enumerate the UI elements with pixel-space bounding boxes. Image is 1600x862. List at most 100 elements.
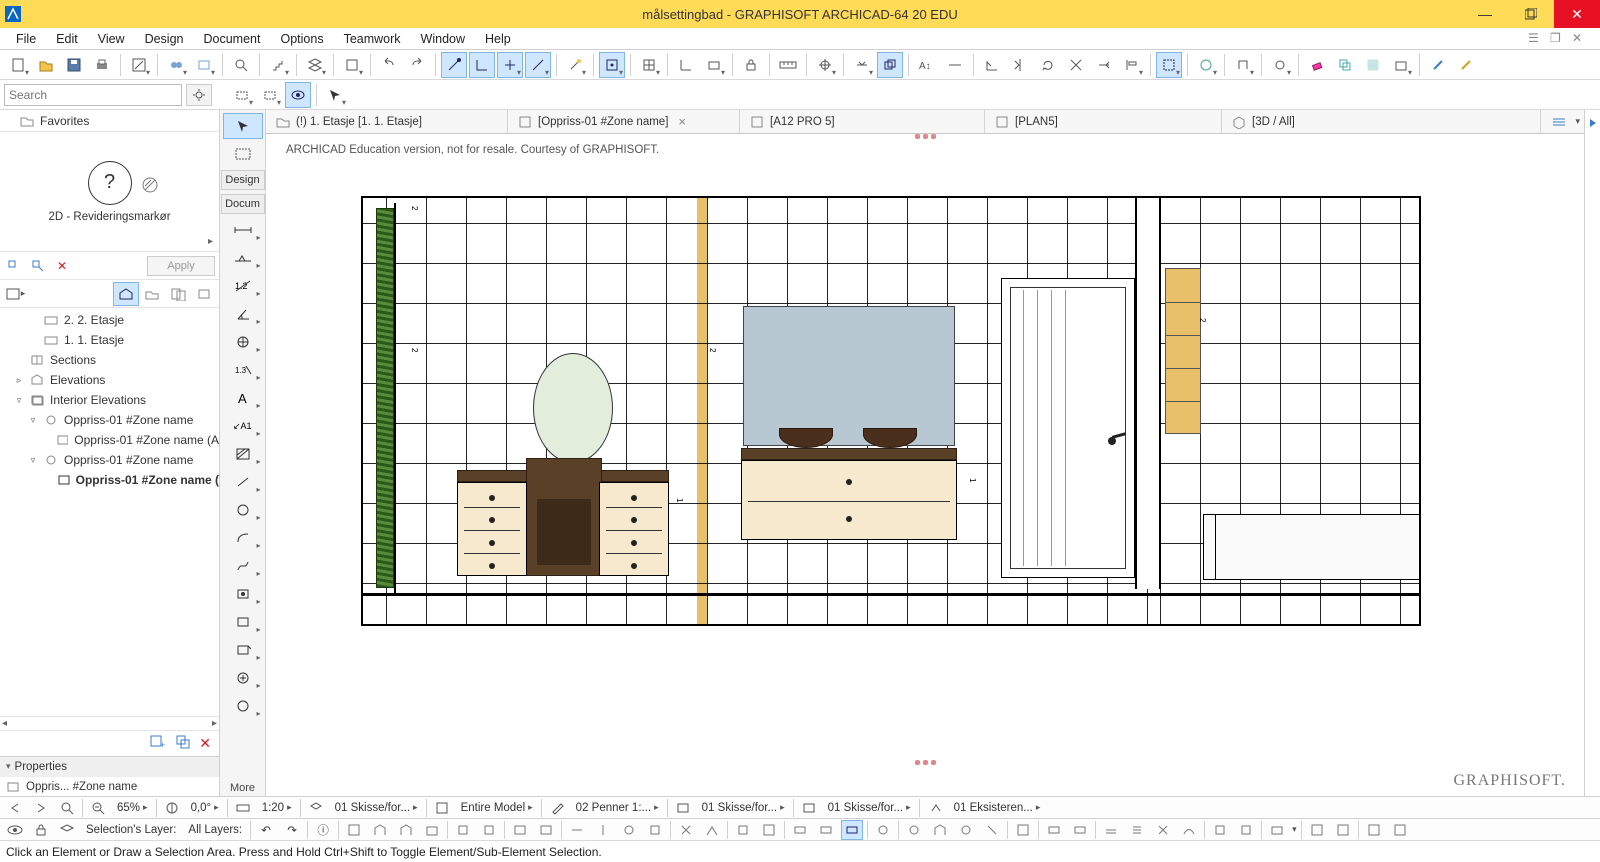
angle-value[interactable]: 0,0° ▸ [187, 798, 223, 818]
circle-tool[interactable] [223, 497, 263, 523]
print-button[interactable] [89, 52, 115, 78]
eye-layer-button[interactable] [4, 820, 26, 840]
more-label[interactable]: More [230, 782, 255, 794]
nav-tab-publisher[interactable] [191, 282, 217, 306]
nav-delete-button[interactable]: ✕ [199, 735, 211, 752]
zoom-prev-button[interactable] [4, 798, 26, 818]
label-tool[interactable]: ↙A1 [223, 413, 263, 439]
properties-header[interactable]: Properties [0, 756, 219, 776]
cursor-mode-button[interactable] [229, 82, 255, 108]
ql-button[interactable] [592, 820, 614, 840]
ql-button[interactable] [535, 820, 557, 840]
pick-icon[interactable] [4, 256, 24, 276]
maximize-button[interactable] [1508, 0, 1554, 28]
ql-button[interactable] [815, 820, 837, 840]
grid-display-button[interactable] [636, 52, 662, 78]
redo-button[interactable] [404, 52, 430, 78]
ql-button[interactable] [758, 820, 780, 840]
view-tab[interactable]: (!) 1. Etasje [1. 1. Etasje] [266, 110, 508, 133]
ql-button[interactable] [395, 820, 417, 840]
dim-hide-button[interactable] [942, 52, 968, 78]
pen-combo[interactable]: 02 Penner 1:... ▸ [572, 798, 663, 818]
menu-options[interactable]: Options [270, 30, 333, 48]
close-button[interactable]: ✕ [1554, 0, 1600, 28]
arc-tool[interactable] [223, 525, 263, 551]
section-depth-button[interactable] [339, 52, 365, 78]
text-tool[interactable]: A [223, 385, 263, 411]
angle-dim-tool[interactable] [223, 301, 263, 327]
marquee-zoom-button[interactable] [1156, 52, 1182, 78]
ql-button[interactable] [1178, 820, 1200, 840]
ql-button[interactable] [452, 820, 474, 840]
ql-overflow-icon[interactable]: ▾ [1292, 824, 1297, 835]
measure-button[interactable] [775, 52, 801, 78]
snap-guide-button[interactable] [497, 52, 523, 78]
ql-button[interactable] [421, 820, 443, 840]
hotspot-tool[interactable] [223, 581, 263, 607]
arrow-filter-button[interactable] [322, 82, 348, 108]
new-button[interactable] [5, 52, 31, 78]
lock-button[interactable] [738, 52, 764, 78]
resize-handle-bottom[interactable] [907, 760, 943, 766]
ql-button[interactable] [701, 820, 723, 840]
text-scale-button[interactable]: A↕ [914, 52, 940, 78]
undo-button[interactable] [376, 52, 402, 78]
zoom-fitall-button[interactable] [87, 798, 109, 818]
snap-perpendicular-button[interactable] [469, 52, 495, 78]
layers-button[interactable] [302, 52, 328, 78]
ql-button[interactable] [1306, 820, 1328, 840]
ql-button[interactable] [1266, 820, 1288, 840]
reno-combo[interactable]: 01 Eksisteren... ▸ [950, 798, 1045, 818]
delete-icon[interactable]: ✕ [52, 256, 72, 276]
split-button[interactable] [1063, 52, 1089, 78]
copy-attrs-button[interactable] [1332, 52, 1358, 78]
menu-design[interactable]: Design [135, 30, 194, 48]
menu-window[interactable]: Window [411, 30, 475, 48]
save-button[interactable] [61, 52, 87, 78]
favorites-row[interactable]: Favorites [0, 110, 219, 132]
ql-button[interactable] [789, 820, 811, 840]
ql-button[interactable] [644, 820, 666, 840]
morph-button[interactable] [1230, 52, 1256, 78]
zoom-next-button[interactable] [30, 798, 52, 818]
ql-button[interactable] [1012, 820, 1034, 840]
search-settings-button[interactable] [186, 84, 212, 106]
tab-overflow-button[interactable] [1546, 109, 1572, 135]
nav-tab-layout[interactable] [165, 282, 191, 306]
spot-dim-tool[interactable] [223, 329, 263, 355]
menu-file[interactable]: File [6, 30, 46, 48]
edit-element-button[interactable] [1267, 52, 1293, 78]
snap-angle-button[interactable] [525, 52, 551, 78]
view-tab[interactable]: [PLAN5] [985, 110, 1222, 133]
resize-handle-top[interactable] [907, 134, 943, 140]
level-tool[interactable] [223, 245, 263, 271]
grid-snap-button[interactable] [599, 52, 625, 78]
scale-value[interactable]: 1:20 ▸ [258, 798, 296, 818]
navigator-tree[interactable]: 2. 2. Etasje 1. 1. Etasje Sections ▹Elev… [0, 308, 219, 716]
search-input[interactable] [4, 84, 182, 106]
zoom-fit-button[interactable] [56, 798, 78, 818]
fill-tool[interactable] [223, 441, 263, 467]
arrow-tool[interactable] [223, 113, 263, 139]
nav-clone-button[interactable] [175, 734, 191, 753]
ql-button[interactable] [955, 820, 977, 840]
trim-button[interactable] [1091, 52, 1117, 78]
tab-close-icon[interactable]: × [678, 114, 686, 129]
properties-row[interactable]: Oppris... #Zone name [0, 776, 219, 796]
tab-dropdown-icon[interactable]: ▾ [1575, 116, 1580, 127]
ruler-origin-button[interactable] [673, 52, 699, 78]
mvo-combo[interactable]: 01 Skisse/for... ▸ [698, 798, 789, 818]
nav-tab-project[interactable] [113, 282, 139, 306]
go-combo[interactable]: 01 Skisse/for... ▸ [824, 798, 915, 818]
ql-button[interactable] [1126, 820, 1148, 840]
ql-button[interactable] [929, 820, 951, 840]
worksheet-tool[interactable] [223, 693, 263, 719]
ql-button[interactable] [675, 820, 697, 840]
ql-button[interactable] [509, 820, 531, 840]
snap-endpoint-button[interactable] [441, 52, 467, 78]
rotate-button[interactable] [1035, 52, 1061, 78]
ql-button[interactable] [478, 820, 500, 840]
ql-button[interactable] [369, 820, 391, 840]
history-fwd-button[interactable]: ↷ [281, 820, 303, 840]
history-back-button[interactable]: ↶ [255, 820, 277, 840]
